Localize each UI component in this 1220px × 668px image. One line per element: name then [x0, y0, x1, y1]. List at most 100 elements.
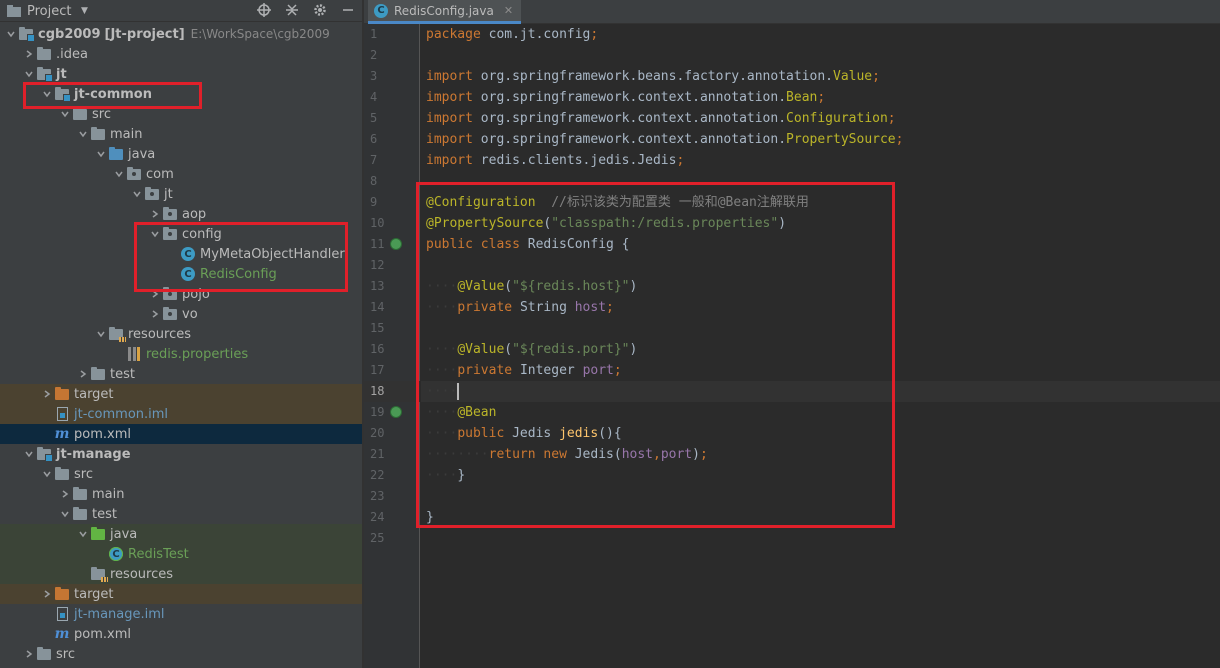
project-view-selector[interactable]: Project ▼: [6, 3, 92, 19]
tree-item[interactable]: resources: [0, 564, 362, 584]
line-number[interactable]: 9: [364, 192, 420, 213]
close-icon[interactable]: ✕: [504, 4, 513, 17]
line-number[interactable]: 25: [364, 528, 420, 549]
gear-icon[interactable]: [312, 2, 328, 18]
chevron-down-icon[interactable]: [130, 187, 144, 201]
minimize-icon[interactable]: [340, 2, 356, 18]
line-number[interactable]: 13: [364, 276, 420, 297]
code-line[interactable]: @PropertySource("classpath:/redis.proper…: [421, 213, 1220, 234]
tree-item[interactable]: .idea: [0, 44, 362, 64]
line-number[interactable]: 20: [364, 423, 420, 444]
line-number[interactable]: 17: [364, 360, 420, 381]
code-line[interactable]: [421, 528, 1220, 549]
code-line[interactable]: ····@Value("${redis.host}"): [421, 276, 1220, 297]
tree-item[interactable]: config: [0, 224, 362, 244]
code-line[interactable]: ····@Bean: [421, 402, 1220, 423]
chevron-down-icon[interactable]: [4, 27, 18, 41]
chevron-down-icon[interactable]: [76, 127, 90, 141]
line-number[interactable]: 23: [364, 486, 420, 507]
tree-item[interactable]: jt: [0, 184, 362, 204]
code-line[interactable]: ····: [421, 381, 1220, 402]
chevron-down-icon[interactable]: [22, 67, 36, 81]
code-line[interactable]: import redis.clients.jedis.Jedis;: [421, 150, 1220, 171]
tree-item[interactable]: C RedisConfig: [0, 264, 362, 284]
chevron-down-icon[interactable]: [22, 447, 36, 461]
code-line[interactable]: public class RedisConfig {: [421, 234, 1220, 255]
chevron-down-icon[interactable]: [58, 107, 72, 121]
line-number[interactable]: 14: [364, 297, 420, 318]
code-line[interactable]: [421, 171, 1220, 192]
chevron-down-icon[interactable]: [40, 467, 54, 481]
line-number[interactable]: 6: [364, 129, 420, 150]
tree-item[interactable]: target: [0, 584, 362, 604]
tree-item[interactable]: java: [0, 144, 362, 164]
chevron-down-icon[interactable]: [94, 327, 108, 341]
line-number[interactable]: 24: [364, 507, 420, 528]
line-number[interactable]: 18: [364, 381, 420, 402]
code-line[interactable]: ····private String host;: [421, 297, 1220, 318]
line-number[interactable]: 2: [364, 45, 420, 66]
tree-item[interactable]: jt-manage: [0, 444, 362, 464]
code-line[interactable]: ····@Value("${redis.port}"): [421, 339, 1220, 360]
tree-item[interactable]: C MyMetaObjectHandler: [0, 244, 362, 264]
code-line[interactable]: [421, 318, 1220, 339]
chevron-down-icon[interactable]: [76, 527, 90, 541]
chevron-right-icon[interactable]: [40, 387, 54, 401]
tree-item[interactable]: resources: [0, 324, 362, 344]
tree-item[interactable]: m pom.xml: [0, 624, 362, 644]
chevron-right-icon[interactable]: [76, 367, 90, 381]
code-line[interactable]: @Configuration //标识该类为配置类 一般和@Bean注解联用: [421, 192, 1220, 213]
chevron-down-icon[interactable]: [58, 507, 72, 521]
tree-item[interactable]: test: [0, 504, 362, 524]
line-number[interactable]: 4: [364, 87, 420, 108]
line-number[interactable]: 3: [364, 66, 420, 87]
tree-item[interactable]: com: [0, 164, 362, 184]
code-line[interactable]: ········return new Jedis(host,port);: [421, 444, 1220, 465]
tab-redisconfig[interactable]: C RedisConfig.java ✕: [368, 0, 522, 24]
tree-item[interactable]: src: [0, 104, 362, 124]
tree-item[interactable]: pojo: [0, 284, 362, 304]
line-number[interactable]: 10: [364, 213, 420, 234]
line-number[interactable]: 5: [364, 108, 420, 129]
chevron-down-icon[interactable]: [40, 87, 54, 101]
tree-item[interactable]: m pom.xml: [0, 424, 362, 444]
line-number[interactable]: 8: [364, 171, 420, 192]
chevron-down-icon[interactable]: [94, 147, 108, 161]
code-line[interactable]: [421, 255, 1220, 276]
code-line[interactable]: import org.springframework.context.annot…: [421, 87, 1220, 108]
tree-item[interactable]: cgb2009 [Jt-project] E:\WorkSpace\cgb2009: [0, 24, 362, 44]
tree-item[interactable]: src: [0, 464, 362, 484]
code-line[interactable]: ····}: [421, 465, 1220, 486]
target-icon[interactable]: [256, 2, 272, 18]
code-line[interactable]: [421, 45, 1220, 66]
tree-item[interactable]: src: [0, 644, 362, 664]
code-line[interactable]: package com.jt.config;: [421, 24, 1220, 45]
tree-item[interactable]: redis.properties: [0, 344, 362, 364]
chevron-down-icon[interactable]: ▼: [76, 3, 92, 19]
line-number[interactable]: 7: [364, 150, 420, 171]
chevron-down-icon[interactable]: [148, 227, 162, 241]
line-number[interactable]: 22: [364, 465, 420, 486]
tree-item[interactable]: target: [0, 384, 362, 404]
tree-item[interactable]: aop: [0, 204, 362, 224]
code-line[interactable]: import org.springframework.context.annot…: [421, 129, 1220, 150]
tree-item[interactable]: jt-manage.iml: [0, 604, 362, 624]
chevron-right-icon[interactable]: [58, 487, 72, 501]
tree-item[interactable]: jt-common: [0, 84, 362, 104]
tree-item[interactable]: java: [0, 524, 362, 544]
chevron-right-icon[interactable]: [148, 307, 162, 321]
tree-item[interactable]: C RedisTest: [0, 544, 362, 564]
code-line[interactable]: import org.springframework.context.annot…: [421, 108, 1220, 129]
tree-item[interactable]: jt: [0, 64, 362, 84]
chevron-down-icon[interactable]: [112, 167, 126, 181]
code-area[interactable]: package com.jt.config; import org.springf…: [421, 24, 1220, 668]
line-number[interactable]: 16: [364, 339, 420, 360]
code-line[interactable]: [421, 486, 1220, 507]
line-number[interactable]: 12: [364, 255, 420, 276]
code-line[interactable]: import org.springframework.beans.factory…: [421, 66, 1220, 87]
code-line[interactable]: }: [421, 507, 1220, 528]
line-number[interactable]: 21: [364, 444, 420, 465]
tree-item[interactable]: test: [0, 364, 362, 384]
line-number[interactable]: 1: [364, 24, 420, 45]
chevron-right-icon[interactable]: [148, 287, 162, 301]
